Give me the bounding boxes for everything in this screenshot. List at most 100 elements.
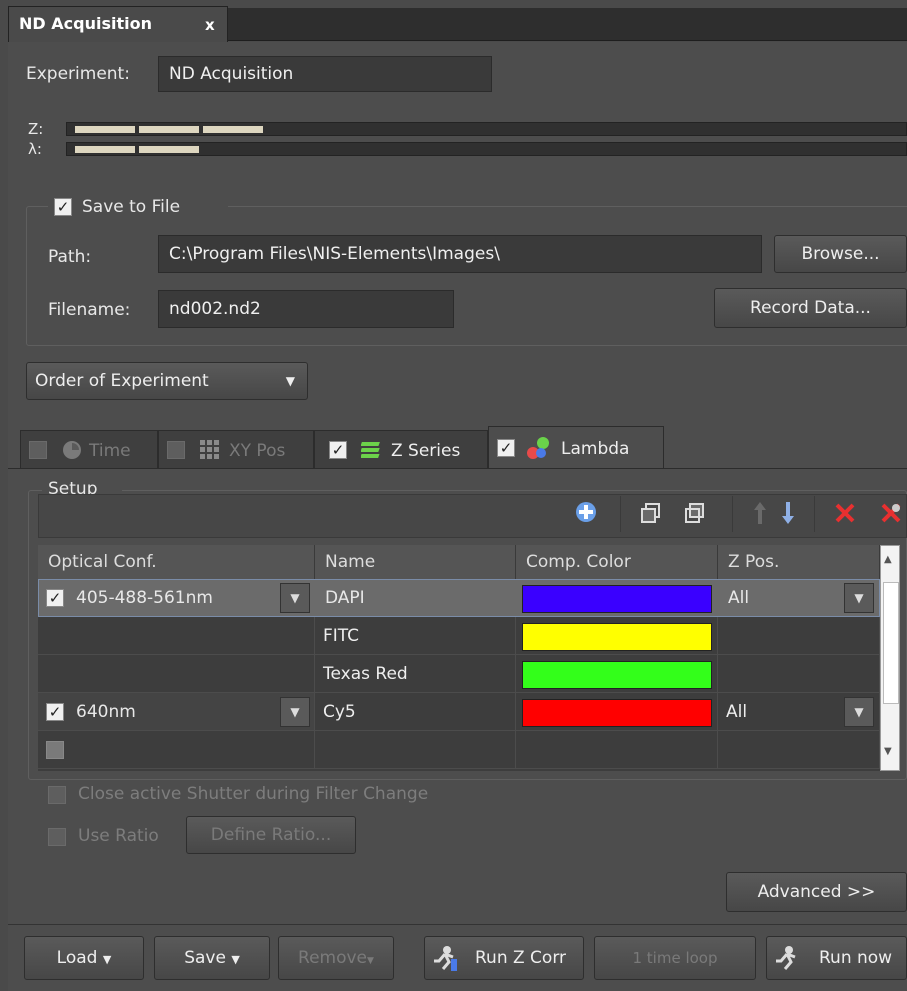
save-to-file-label: Save to File bbox=[82, 197, 181, 217]
lambda-dim-segment bbox=[75, 146, 135, 153]
chevron-down-icon: ▼ bbox=[367, 956, 374, 966]
experiment-field[interactable]: ND Acquisition bbox=[158, 56, 492, 92]
scrollbar-thumb[interactable] bbox=[883, 582, 899, 704]
path-field[interactable]: C:\Program Files\NIS-Elements\Images\ bbox=[158, 235, 762, 273]
z-dim-segment bbox=[75, 126, 135, 133]
chevron-down-icon: ▼ bbox=[102, 953, 112, 966]
optical-conf-value: 405-488-561nm bbox=[76, 588, 213, 608]
channel-name: FITC bbox=[315, 617, 516, 655]
channel-name: Cy5 bbox=[315, 693, 516, 731]
load-button[interactable]: Load ▼ bbox=[24, 936, 144, 980]
save-to-file-checkbox[interactable]: ✓ bbox=[54, 198, 72, 216]
save-button[interactable]: Save ▼ bbox=[154, 936, 270, 980]
toolbar-divider bbox=[814, 496, 815, 532]
run-now-button[interactable]: Run now bbox=[766, 936, 907, 980]
filename-label: Filename: bbox=[48, 300, 131, 320]
experiment-label: Experiment: bbox=[26, 64, 130, 84]
tab-z-series[interactable]: ✓ Z Series bbox=[314, 430, 488, 468]
optical-conf-checkbox[interactable]: ✓ bbox=[46, 703, 64, 721]
browse-button[interactable]: Browse... bbox=[774, 235, 907, 273]
tab-nd-acquisition[interactable]: ND Acquisition x bbox=[8, 6, 228, 42]
table-cell bbox=[718, 731, 880, 769]
delete-all-icon[interactable] bbox=[880, 502, 902, 524]
tab-lambda[interactable]: ✓ Lambda bbox=[488, 426, 664, 468]
add-icon[interactable] bbox=[574, 500, 598, 524]
time-loop-button[interactable]: 1 time loop bbox=[594, 936, 756, 980]
grid-icon bbox=[200, 440, 219, 459]
tab-lambda-label: Lambda bbox=[561, 439, 630, 459]
chevron-down-icon: ▼ bbox=[285, 374, 295, 388]
column-header-comp-color[interactable]: Comp. Color bbox=[516, 545, 718, 579]
z-series-checkbox[interactable]: ✓ bbox=[329, 441, 347, 459]
run-z-corr-button[interactable]: Run Z Corr bbox=[424, 936, 584, 980]
table-cell bbox=[315, 731, 516, 769]
path-label: Path: bbox=[48, 247, 92, 267]
runner-icon bbox=[776, 946, 796, 970]
tab-strip-line bbox=[8, 468, 907, 469]
color-swatch[interactable] bbox=[522, 585, 712, 613]
chevron-down-icon[interactable]: ▼ bbox=[844, 583, 874, 613]
lambda-dim-track bbox=[66, 142, 907, 156]
column-header-z-pos[interactable]: Z Pos. bbox=[718, 545, 880, 579]
table-cell bbox=[38, 617, 315, 655]
z-pos-value: All bbox=[728, 588, 750, 608]
clock-icon bbox=[63, 441, 81, 459]
order-label: Order of Experiment bbox=[35, 371, 209, 391]
color-balls-icon bbox=[527, 437, 549, 459]
z-dim-segment bbox=[139, 126, 199, 133]
toolbar-divider bbox=[620, 496, 621, 532]
tab-time[interactable]: Time bbox=[20, 430, 158, 468]
move-down-icon[interactable] bbox=[780, 500, 796, 526]
color-swatch[interactable] bbox=[522, 661, 712, 689]
column-header-optical-conf[interactable]: Optical Conf. bbox=[38, 545, 315, 579]
table-cell bbox=[718, 655, 880, 693]
save-label: Save bbox=[184, 948, 226, 968]
optical-conf-value: 640nm bbox=[76, 702, 136, 722]
use-ratio-label: Use Ratio bbox=[78, 826, 159, 846]
tab-title: ND Acquisition bbox=[19, 14, 152, 33]
color-swatch[interactable] bbox=[522, 699, 712, 727]
setup-toolbar bbox=[38, 494, 907, 538]
layers-icon bbox=[361, 442, 380, 458]
record-data-button[interactable]: Record Data... bbox=[714, 288, 907, 328]
define-ratio-button[interactable]: Define Ratio... bbox=[186, 816, 356, 854]
tab-xy-pos-label: XY Pos bbox=[229, 441, 286, 461]
scroll-up-icon[interactable]: ▲ bbox=[884, 554, 892, 565]
filename-field[interactable]: nd002.nd2 bbox=[158, 290, 454, 328]
table-cell bbox=[516, 731, 718, 769]
channel-name: DAPI bbox=[325, 588, 365, 608]
chevron-down-icon[interactable]: ▼ bbox=[280, 583, 310, 613]
close-shutter-label: Close active Shutter during Filter Chang… bbox=[78, 784, 429, 804]
move-up-icon[interactable] bbox=[752, 500, 768, 526]
close-icon[interactable]: x bbox=[205, 16, 215, 34]
order-of-experiment-dropdown[interactable]: Order of Experiment ▼ bbox=[26, 362, 308, 400]
chevron-down-icon[interactable]: ▼ bbox=[280, 697, 310, 727]
remove-button[interactable]: Remove▼ bbox=[278, 936, 394, 980]
tab-xy-pos[interactable]: XY Pos bbox=[158, 430, 314, 468]
toolbar-divider bbox=[732, 496, 733, 532]
color-swatch[interactable] bbox=[522, 623, 712, 651]
optical-conf-checkbox[interactable] bbox=[46, 741, 64, 759]
table-cell bbox=[38, 655, 315, 693]
advanced-button[interactable]: Advanced >> bbox=[726, 872, 907, 912]
delete-icon[interactable] bbox=[834, 502, 856, 524]
close-shutter-checkbox[interactable] bbox=[48, 786, 66, 804]
lambda-checkbox[interactable]: ✓ bbox=[497, 439, 515, 457]
chevron-down-icon[interactable]: ▼ bbox=[844, 697, 874, 727]
use-ratio-checkbox[interactable] bbox=[48, 828, 66, 846]
copy-icon[interactable] bbox=[640, 502, 662, 524]
optical-conf-checkbox[interactable]: ✓ bbox=[46, 589, 64, 607]
z-dim-segment bbox=[203, 126, 263, 133]
time-checkbox[interactable] bbox=[29, 441, 47, 459]
table-scrollbar[interactable]: ▲ ▼ bbox=[880, 545, 900, 771]
tab-time-label: Time bbox=[89, 441, 131, 461]
lambda-dim-label: λ: bbox=[28, 140, 42, 158]
tab-z-series-label: Z Series bbox=[391, 441, 461, 461]
column-header-name[interactable]: Name bbox=[315, 545, 516, 579]
table-row[interactable] bbox=[38, 731, 315, 769]
paste-icon[interactable] bbox=[684, 502, 706, 524]
scroll-down-icon[interactable]: ▼ bbox=[884, 746, 892, 757]
nd-acquisition-window: ND Acquisition x Experiment: ND Acquisit… bbox=[0, 0, 907, 991]
xy-pos-checkbox[interactable] bbox=[167, 441, 185, 459]
channels-table: Optical Conf. Name Comp. Color Z Pos. ✓ … bbox=[38, 545, 882, 771]
